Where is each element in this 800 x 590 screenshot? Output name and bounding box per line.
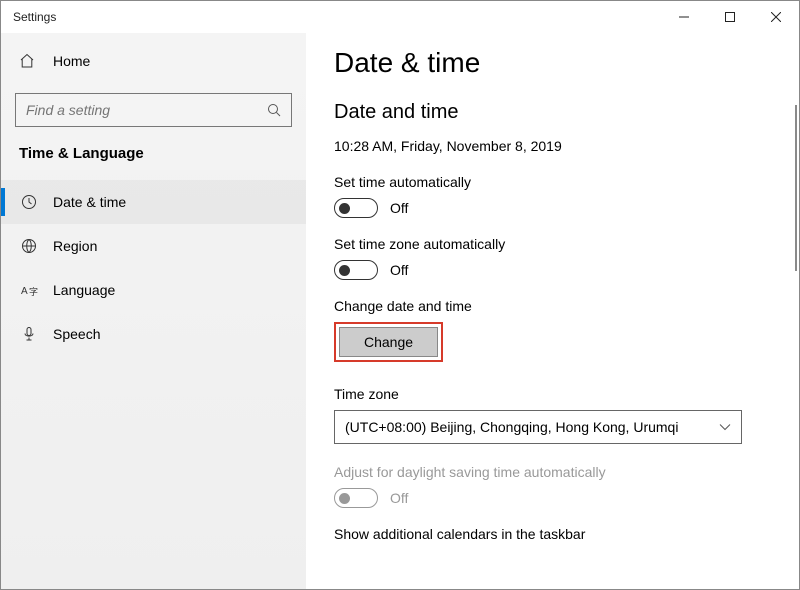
timezone-value: (UTC+08:00) Beijing, Chongqing, Hong Kon… [345,419,678,435]
microphone-icon [19,326,39,342]
nav-language[interactable]: A字 Language [1,268,306,312]
clock-icon [19,194,39,210]
search-input[interactable] [16,102,257,118]
set-time-auto-toggle[interactable] [334,198,378,218]
search-box[interactable] [15,93,292,127]
set-time-auto-state: Off [390,200,408,216]
scrollbar[interactable] [795,105,797,271]
settings-window: Settings Home [0,0,800,590]
window-title: Settings [1,10,56,24]
toggle-knob [339,203,350,214]
change-button[interactable]: Change [339,327,438,357]
highlight-box: Change [334,322,443,362]
set-tz-auto-toggle[interactable] [334,260,378,280]
sidebar: Home Time & Language Date & time [1,33,306,589]
close-button[interactable] [753,1,799,33]
dst-toggle [334,488,378,508]
home-label: Home [53,53,90,69]
set-time-auto-row: Off [334,198,771,218]
nav-speech[interactable]: Speech [1,312,306,356]
nav-item-label: Speech [53,326,100,342]
svg-text:字: 字 [29,286,38,297]
set-tz-auto-row: Off [334,260,771,280]
nav-item-label: Language [53,282,115,298]
search-wrap [15,93,292,127]
timezone-select[interactable]: (UTC+08:00) Beijing, Chongqing, Hong Kon… [334,410,742,444]
timezone-label: Time zone [334,386,771,402]
section-title: Date and time [334,101,771,124]
nav-item-label: Region [53,238,97,254]
minimize-button[interactable] [661,1,707,33]
svg-text:A: A [21,286,28,297]
window-controls [661,1,799,33]
language-icon: A字 [19,283,39,298]
nav-region[interactable]: Region [1,224,306,268]
minimize-icon [679,12,689,22]
current-datetime: 10:28 AM, Friday, November 8, 2019 [334,138,771,154]
search-icon [257,103,291,118]
nav-date-time[interactable]: Date & time [1,180,306,224]
close-icon [771,12,781,22]
nav-item-label: Date & time [53,194,126,210]
page-title: Date & time [334,47,771,79]
chevron-down-icon [719,420,731,434]
dst-row: Off [334,488,771,508]
home-nav[interactable]: Home [1,41,306,81]
set-time-auto-label: Set time automatically [334,174,771,190]
titlebar: Settings [1,1,799,33]
home-icon [19,53,39,69]
globe-icon [19,238,39,254]
content-pane: Date & time Date and time 10:28 AM, Frid… [306,33,799,589]
window-body: Home Time & Language Date & time [1,33,799,589]
maximize-icon [725,12,735,22]
dst-state: Off [390,490,408,506]
set-tz-auto-label: Set time zone automatically [334,236,771,252]
additional-calendars-label: Show additional calendars in the taskbar [334,526,771,542]
change-btn-wrap: Change [334,322,771,362]
set-tz-auto-state: Off [390,262,408,278]
dst-label: Adjust for daylight saving time automati… [334,464,771,480]
toggle-knob [339,265,350,276]
maximize-button[interactable] [707,1,753,33]
change-dt-label: Change date and time [334,298,771,314]
category-header: Time & Language [1,145,306,180]
toggle-knob [339,493,350,504]
